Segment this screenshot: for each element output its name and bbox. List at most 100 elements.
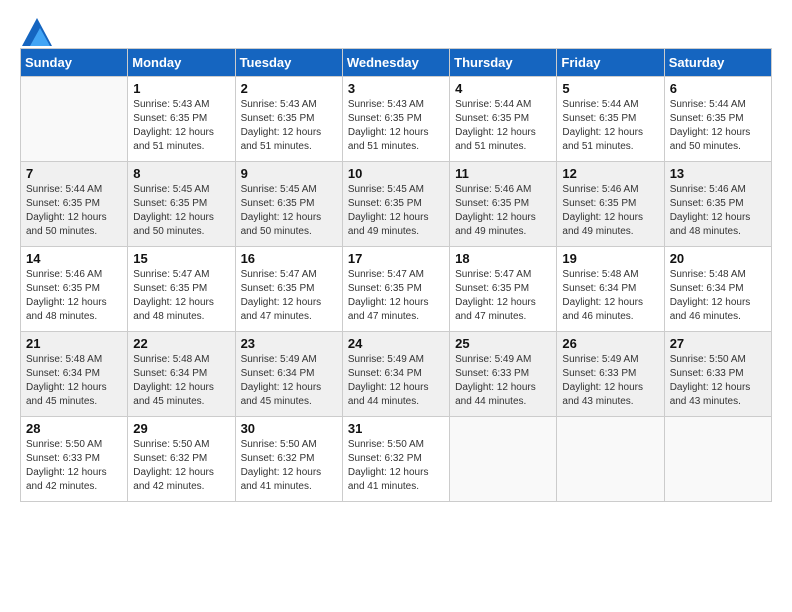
day-number: 20	[670, 251, 766, 266]
calendar-cell: 29Sunrise: 5:50 AMSunset: 6:32 PMDayligh…	[128, 417, 235, 502]
day-info: Sunrise: 5:50 AMSunset: 6:33 PMDaylight:…	[26, 438, 122, 494]
calendar-cell: 19 Sunrise: 5:48 AMSunset: 6:34 PMDayligh…	[557, 247, 664, 332]
calendar-cell: 3 Sunrise: 5:43 AMSunset: 6:35 PMDaylight…	[342, 77, 449, 162]
calendar-cell: 6 Sunrise: 5:44 AMSunset: 6:35 PMDaylight…	[664, 77, 771, 162]
calendar-week-row: 21Sunrise: 5:48 AMSunset: 6:34 PMDayligh…	[21, 332, 772, 417]
day-info: Sunrise: 5:44 AMSunset: 6:35 PMDaylight:…	[670, 98, 766, 154]
day-number: 17	[348, 251, 444, 266]
day-info: Sunrise: 5:43 AMSunset: 6:35 PMDaylight:…	[348, 98, 444, 154]
day-number: 1	[133, 81, 229, 96]
day-info: Sunrise: 5:45 AMSunset: 6:35 PMDaylight:…	[348, 183, 444, 239]
calendar-cell: 15 Sunrise: 5:47 AMSunset: 6:35 PMDayligh…	[128, 247, 235, 332]
day-info: Sunrise: 5:44 AMSunset: 6:35 PMDaylight:…	[26, 183, 122, 239]
col-header-monday: Monday	[128, 49, 235, 77]
day-number: 10	[348, 166, 444, 181]
day-number: 8	[133, 166, 229, 181]
day-info: Sunrise: 5:46 AMSunset: 6:35 PMDaylight:…	[455, 183, 551, 239]
day-info: Sunrise: 5:49 AMSunset: 6:33 PMDaylight:…	[562, 353, 658, 409]
calendar-cell	[664, 417, 771, 502]
day-number: 27	[670, 336, 766, 351]
calendar-cell: 22 Sunrise: 5:48 AMSunset: 6:34 PMDayligh…	[128, 332, 235, 417]
col-header-sunday: Sunday	[21, 49, 128, 77]
day-number: 11	[455, 166, 551, 181]
day-number: 25	[455, 336, 551, 351]
day-info: Sunrise: 5:47 AMSunset: 6:35 PMDaylight:…	[133, 268, 229, 324]
day-number: 28	[26, 421, 122, 436]
calendar-cell: 4Sunrise: 5:44 AMSunset: 6:35 PMDaylight…	[450, 77, 557, 162]
day-info: Sunrise: 5:49 AMSunset: 6:34 PMDaylight:…	[348, 353, 444, 409]
calendar-cell	[557, 417, 664, 502]
day-number: 7	[26, 166, 122, 181]
calendar-week-row: 14 Sunrise: 5:46 AMSunset: 6:35 PMDayligh…	[21, 247, 772, 332]
calendar-cell: 27 Sunrise: 5:50 AMSunset: 6:33 PMDayligh…	[664, 332, 771, 417]
calendar-cell: 23 Sunrise: 5:49 AMSunset: 6:34 PMDayligh…	[235, 332, 342, 417]
day-number: 18	[455, 251, 551, 266]
logo-icon	[22, 18, 52, 46]
calendar-week-row: 7 Sunrise: 5:44 AMSunset: 6:35 PMDaylight…	[21, 162, 772, 247]
day-info: Sunrise: 5:43 AMSunset: 6:35 PMDaylight:…	[241, 98, 337, 154]
col-header-tuesday: Tuesday	[235, 49, 342, 77]
calendar-cell: 25 Sunrise: 5:49 AMSunset: 6:33 PMDayligh…	[450, 332, 557, 417]
day-info: Sunrise: 5:50 AMSunset: 6:32 PMDaylight:…	[133, 438, 229, 494]
logo	[20, 20, 52, 38]
calendar-cell: 24Sunrise: 5:49 AMSunset: 6:34 PMDayligh…	[342, 332, 449, 417]
day-info: Sunrise: 5:45 AMSunset: 6:35 PMDaylight:…	[133, 183, 229, 239]
col-header-thursday: Thursday	[450, 49, 557, 77]
day-number: 6	[670, 81, 766, 96]
day-info: Sunrise: 5:49 AMSunset: 6:33 PMDaylight:…	[455, 353, 551, 409]
calendar-table: SundayMondayTuesdayWednesdayThursdayFrid…	[20, 48, 772, 502]
day-number: 23	[241, 336, 337, 351]
calendar-cell: 10 Sunrise: 5:45 AMSunset: 6:35 PMDayligh…	[342, 162, 449, 247]
day-number: 31	[348, 421, 444, 436]
day-info: Sunrise: 5:50 AMSunset: 6:32 PMDaylight:…	[348, 438, 444, 494]
day-number: 2	[241, 81, 337, 96]
calendar-cell: 28 Sunrise: 5:50 AMSunset: 6:33 PMDayligh…	[21, 417, 128, 502]
calendar-cell: 11 Sunrise: 5:46 AMSunset: 6:35 PMDayligh…	[450, 162, 557, 247]
calendar-cell: 26 Sunrise: 5:49 AMSunset: 6:33 PMDayligh…	[557, 332, 664, 417]
calendar-cell: 30 Sunrise: 5:50 AMSunset: 6:32 PMDayligh…	[235, 417, 342, 502]
day-info: Sunrise: 5:49 AMSunset: 6:34 PMDaylight:…	[241, 353, 337, 409]
calendar-cell: 17 Sunrise: 5:47 AMSunset: 6:35 PMDayligh…	[342, 247, 449, 332]
day-number: 15	[133, 251, 229, 266]
calendar-cell: 8 Sunrise: 5:45 AMSunset: 6:35 PMDaylight…	[128, 162, 235, 247]
day-info: Sunrise: 5:44 AMSunset: 6:35 PMDaylight:…	[455, 98, 551, 154]
calendar-cell	[21, 77, 128, 162]
calendar-cell: 7 Sunrise: 5:44 AMSunset: 6:35 PMDaylight…	[21, 162, 128, 247]
col-header-wednesday: Wednesday	[342, 49, 449, 77]
calendar-cell: 9Sunrise: 5:45 AMSunset: 6:35 PMDaylight…	[235, 162, 342, 247]
day-number: 14	[26, 251, 122, 266]
day-number: 5	[562, 81, 658, 96]
day-info: Sunrise: 5:47 AMSunset: 6:35 PMDaylight:…	[455, 268, 551, 324]
day-info: Sunrise: 5:50 AMSunset: 6:32 PMDaylight:…	[241, 438, 337, 494]
day-number: 19	[562, 251, 658, 266]
day-info: Sunrise: 5:48 AMSunset: 6:34 PMDaylight:…	[133, 353, 229, 409]
day-info: Sunrise: 5:48 AMSunset: 6:34 PMDaylight:…	[26, 353, 122, 409]
calendar-cell: 2 Sunrise: 5:43 AMSunset: 6:35 PMDaylight…	[235, 77, 342, 162]
day-info: Sunrise: 5:46 AMSunset: 6:35 PMDaylight:…	[26, 268, 122, 324]
calendar-cell: 31 Sunrise: 5:50 AMSunset: 6:32 PMDayligh…	[342, 417, 449, 502]
day-info: Sunrise: 5:50 AMSunset: 6:33 PMDaylight:…	[670, 353, 766, 409]
calendar-week-row: 1 Sunrise: 5:43 AMSunset: 6:35 PMDaylight…	[21, 77, 772, 162]
calendar-cell: 18 Sunrise: 5:47 AMSunset: 6:35 PMDayligh…	[450, 247, 557, 332]
day-info: Sunrise: 5:48 AMSunset: 6:34 PMDaylight:…	[670, 268, 766, 324]
page-header	[20, 20, 772, 38]
calendar-cell: 20 Sunrise: 5:48 AMSunset: 6:34 PMDayligh…	[664, 247, 771, 332]
calendar-cell: 5Sunrise: 5:44 AMSunset: 6:35 PMDaylight…	[557, 77, 664, 162]
day-info: Sunrise: 5:47 AMSunset: 6:35 PMDaylight:…	[348, 268, 444, 324]
calendar-header-row: SundayMondayTuesdayWednesdayThursdayFrid…	[21, 49, 772, 77]
day-info: Sunrise: 5:48 AMSunset: 6:34 PMDaylight:…	[562, 268, 658, 324]
day-number: 13	[670, 166, 766, 181]
day-number: 22	[133, 336, 229, 351]
day-number: 30	[241, 421, 337, 436]
calendar-cell: 16Sunrise: 5:47 AMSunset: 6:35 PMDayligh…	[235, 247, 342, 332]
calendar-cell: 12Sunrise: 5:46 AMSunset: 6:35 PMDayligh…	[557, 162, 664, 247]
calendar-cell	[450, 417, 557, 502]
col-header-friday: Friday	[557, 49, 664, 77]
day-number: 12	[562, 166, 658, 181]
col-header-saturday: Saturday	[664, 49, 771, 77]
day-number: 3	[348, 81, 444, 96]
day-info: Sunrise: 5:45 AMSunset: 6:35 PMDaylight:…	[241, 183, 337, 239]
day-number: 26	[562, 336, 658, 351]
day-info: Sunrise: 5:43 AMSunset: 6:35 PMDaylight:…	[133, 98, 229, 154]
day-number: 16	[241, 251, 337, 266]
